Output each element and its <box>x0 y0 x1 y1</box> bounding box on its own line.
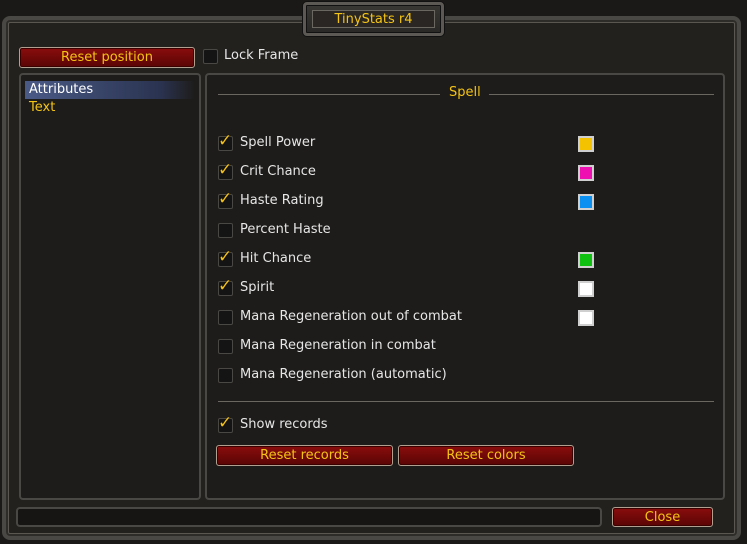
section-divider-left <box>218 94 440 95</box>
section-divider-right <box>489 94 714 95</box>
window-title-plate[interactable]: TinyStats r4 <box>303 2 444 36</box>
color-swatch[interactable] <box>578 252 594 268</box>
sidebar-item-attributes[interactable]: Attributes <box>25 81 195 99</box>
checkmark-icon: ✓ <box>218 276 233 296</box>
option-label: Spirit <box>240 280 275 295</box>
checkmark-icon: ✓ <box>218 160 233 180</box>
checkmark-icon: ✓ <box>218 413 233 433</box>
color-swatch[interactable] <box>578 310 594 326</box>
color-swatch[interactable] <box>578 194 594 210</box>
option-checkbox[interactable] <box>218 310 233 325</box>
reset-colors-button[interactable]: Reset colors <box>398 445 574 466</box>
option-checkbox[interactable]: ✓ <box>218 276 233 296</box>
option-label: Haste Rating <box>240 193 324 208</box>
option-label: Mana Regeneration out of combat <box>240 309 462 324</box>
option-label: Hit Chance <box>240 251 312 266</box>
option-checkbox[interactable]: ✓ <box>218 247 233 267</box>
reset-records-button[interactable]: Reset records <box>216 445 393 466</box>
color-swatch[interactable] <box>578 165 594 181</box>
close-button[interactable]: Close <box>612 507 713 527</box>
show-records-label: Show records <box>240 417 328 432</box>
option-checkbox[interactable] <box>218 339 233 354</box>
sidebar-panel: Attributes Text <box>19 73 201 500</box>
option-label: Mana Regeneration in combat <box>240 338 436 353</box>
option-checkbox[interactable] <box>218 223 233 238</box>
option-checkbox[interactable]: ✓ <box>218 160 233 180</box>
sidebar-item-text[interactable]: Text <box>25 99 195 117</box>
option-label: Spell Power <box>240 135 316 150</box>
records-divider <box>218 401 714 402</box>
option-label: Percent Haste <box>240 222 331 237</box>
section-title: Spell <box>449 85 481 100</box>
option-label: Mana Regeneration (automatic) <box>240 367 447 382</box>
option-checkbox[interactable] <box>218 368 233 383</box>
show-records-checkbox[interactable]: ✓ <box>218 413 233 433</box>
checkmark-icon: ✓ <box>218 131 233 151</box>
color-swatch[interactable] <box>578 136 594 152</box>
sidebar-item-label: Attributes <box>29 82 94 97</box>
lock-frame-label: Lock Frame <box>224 48 299 63</box>
sidebar-item-label: Text <box>29 100 56 115</box>
color-swatch[interactable] <box>578 281 594 297</box>
checkmark-icon: ✓ <box>218 247 233 267</box>
lock-frame-checkbox[interactable] <box>203 49 218 64</box>
window-title: TinyStats r4 <box>312 10 435 28</box>
checkmark-icon: ✓ <box>218 189 233 209</box>
reset-position-button[interactable]: Reset position <box>19 47 195 68</box>
option-checkbox[interactable]: ✓ <box>218 131 233 151</box>
option-checkbox[interactable]: ✓ <box>218 189 233 209</box>
status-bar <box>16 507 602 527</box>
option-label: Crit Chance <box>240 164 316 179</box>
